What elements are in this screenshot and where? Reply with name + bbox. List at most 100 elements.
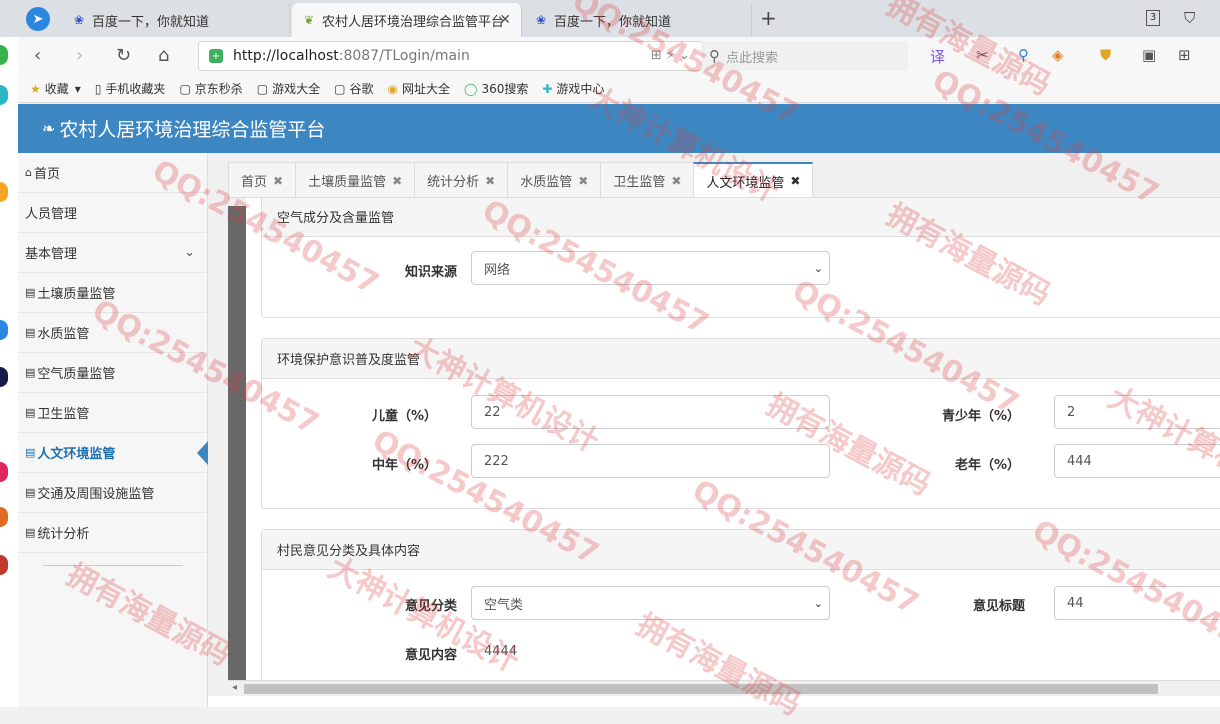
tab-soil[interactable]: 土壤质量监管 ✖ [295,162,416,198]
opinion-subject-input[interactable]: 44 [1054,586,1220,620]
scissors-icon[interactable]: ✂ [976,46,989,64]
browser-tab-3[interactable]: ❀ 百度一下，你就知道 [524,3,752,37]
bookmark-item[interactable]: ▢ 谷歌 [334,80,373,97]
sidebar-item-hygiene[interactable]: ▤ 卫生监管 [18,393,207,433]
bookmark-item[interactable]: ★ 收藏 ▾ [30,80,81,97]
bookmark-item[interactable]: ▢ 京东秒杀 [179,80,242,97]
sidebar-item-culture[interactable]: ▤ 人文环境监管 [18,433,208,473]
address-bar[interactable]: + http://localhost:8087/TLogin/main ⊞ ⚡ … [198,41,703,71]
reload-icon[interactable]: ↻ [116,45,131,66]
phone-icon: ▯ [94,81,102,96]
leaf-icon: ❦ [303,13,315,27]
close-icon[interactable]: ✖ [273,174,283,188]
search-placeholder: 点此搜索 [726,50,779,66]
close-icon[interactable]: ✖ [392,174,402,188]
browser-tab-title: 农村人居环境治理综合监管平台 [322,14,505,30]
list-icon: ▤ [25,286,36,299]
app-shortcut-icon[interactable] [0,45,8,65]
bookmark-item[interactable]: ◯ 360搜索 [464,80,528,97]
opinion-subject-label: 意见标题 [972,599,1025,614]
knowledge-source-select[interactable]: 网络 ⌄ [471,251,830,285]
close-tab-icon[interactable]: ✕ [499,12,511,28]
sidebar-item-traffic[interactable]: ▤ 交通及周围设施监管 [18,473,207,513]
chevron-down-icon: ▾ [74,81,81,96]
tab-water[interactable]: 水质监管 ✖ [507,162,602,198]
new-tab-button[interactable]: + [760,6,777,30]
tab-home[interactable]: 首页 ✖ [228,162,297,198]
teen-input[interactable]: 2 [1054,395,1220,429]
magnifier-icon[interactable]: ⚲ [1018,46,1029,64]
horizontal-scrollbar[interactable]: ◂ [228,680,1220,696]
translate-icon[interactable]: 译 [930,46,945,67]
middle-age-input[interactable]: 222 [471,444,830,478]
sidebar-item-stats[interactable]: ▤ 统计分析 [18,513,207,553]
sidebar-item-personnel[interactable]: 人员管理 [18,193,207,233]
gamepad-icon[interactable]: ◈ [1052,46,1064,64]
qr-lightning-icons[interactable]: ⊞ ⚡ ⌄ [651,48,690,63]
tab-stats[interactable]: 统计分析 ✖ [414,162,509,198]
browser-tab-2[interactable]: ❦ 农村人居环境治理综合监管平台 ✕ [292,3,522,37]
side-app-strip [0,37,18,707]
close-icon[interactable]: ✖ [485,174,495,188]
close-icon[interactable]: ✖ [671,174,681,188]
skin-icon[interactable]: ⛉ [1184,9,1195,27]
browser-tab-1[interactable]: ❀ 百度一下，你就知道 [62,3,290,37]
sidebar-item-basic[interactable]: 基本管理 ⌄ [18,233,207,273]
scrollbar-thumb[interactable] [244,684,1158,694]
panel-air: 空气成分及含量监管 知识来源 网络 ⌄ [261,198,1220,318]
reader-icon[interactable]: ▣ [1142,46,1156,64]
main-content: 空气成分及含量监管 知识来源 网络 ⌄ 环境保护意识普及度监管 儿童（%） 22… [246,198,1220,680]
tab-hygiene[interactable]: 卫生监管 ✖ [600,162,695,198]
back-icon[interactable]: ‹ [34,45,41,66]
sidebar-divider [42,565,183,566]
menu-grid-icon[interactable]: ⊞ [1178,46,1191,64]
panel-opinion: 村民意见分类及具体内容 意见分类 空气类 ⌄ 意见标题 44 意见内容 4444 [261,529,1220,680]
sidebar-item-home[interactable]: ⌂ 首页 [18,153,207,193]
search-icon: ⚲ [709,47,720,65]
close-icon[interactable]: ✖ [578,174,588,188]
sidebar-item-soil[interactable]: ▤ 土壤质量监管 [18,273,207,313]
child-label: 儿童（%） [371,409,437,424]
opinion-content-textarea[interactable]: 4444 [471,635,830,680]
home-icon: ⌂ [25,166,32,179]
app-shortcut-icon[interactable] [0,555,8,575]
gamepad-icon: ✚ [542,81,553,96]
panel-air-title: 空气成分及含量监管 [262,198,1220,237]
tab-culture[interactable]: 人文环境监管 ✖ [693,162,814,198]
sidebar-item-water[interactable]: ▤ 水质监管 [18,313,207,353]
teen-label: 青少年（%） [941,409,1020,424]
page-icon: ▢ [179,81,191,96]
panel-awareness-title: 环境保护意识普及度监管 [262,339,1220,379]
home-icon[interactable]: ⌂ [158,45,169,66]
app-shortcut-icon[interactable] [0,182,8,202]
opinion-category-label: 意见分类 [404,599,457,614]
app-shortcut-icon[interactable] [0,462,8,482]
search-360-icon: ◯ [464,81,478,96]
frame-edge [228,206,246,680]
scroll-left-icon[interactable]: ◂ [232,682,237,693]
forward-icon[interactable]: › [76,45,83,66]
app-shortcut-icon[interactable] [0,507,8,527]
opinion-category-select[interactable]: 空气类 ⌄ [471,586,830,620]
bookmark-item[interactable]: ◉ 网址大全 [388,80,451,97]
sidebar-item-air[interactable]: ▤ 空气质量监管 [18,353,207,393]
app-shortcut-icon[interactable] [0,85,8,105]
bookmark-item[interactable]: ▢ 游戏大全 [257,80,320,97]
child-input[interactable]: 22 [471,395,830,429]
close-icon[interactable]: ✖ [790,174,800,188]
elder-label: 老年（%） [954,458,1020,473]
bookmark-item[interactable]: ✚ 游戏中心 [542,80,604,97]
elder-input[interactable]: 444 [1054,444,1220,478]
list-icon: ▤ [25,486,36,499]
tab-count-badge[interactable]: 3 [1146,10,1160,26]
shield-icon[interactable]: ⛊ [1100,46,1111,64]
browser-logo-icon[interactable]: ➤ [26,7,50,31]
app-shortcut-icon[interactable] [0,320,8,340]
bookmark-item[interactable]: ▯ 手机收藏夹 [95,80,166,97]
app-header: ❧ 农村人居环境治理综合监管平台 [18,104,1220,153]
panel-opinion-title: 村民意见分类及具体内容 [262,530,1220,570]
list-icon: ▤ [25,446,36,459]
url-host: http://localhost:8087/TLogin/main [233,48,470,64]
search-box[interactable]: ⚲ 点此搜索 [701,41,908,71]
app-shortcut-icon[interactable] [0,367,8,387]
